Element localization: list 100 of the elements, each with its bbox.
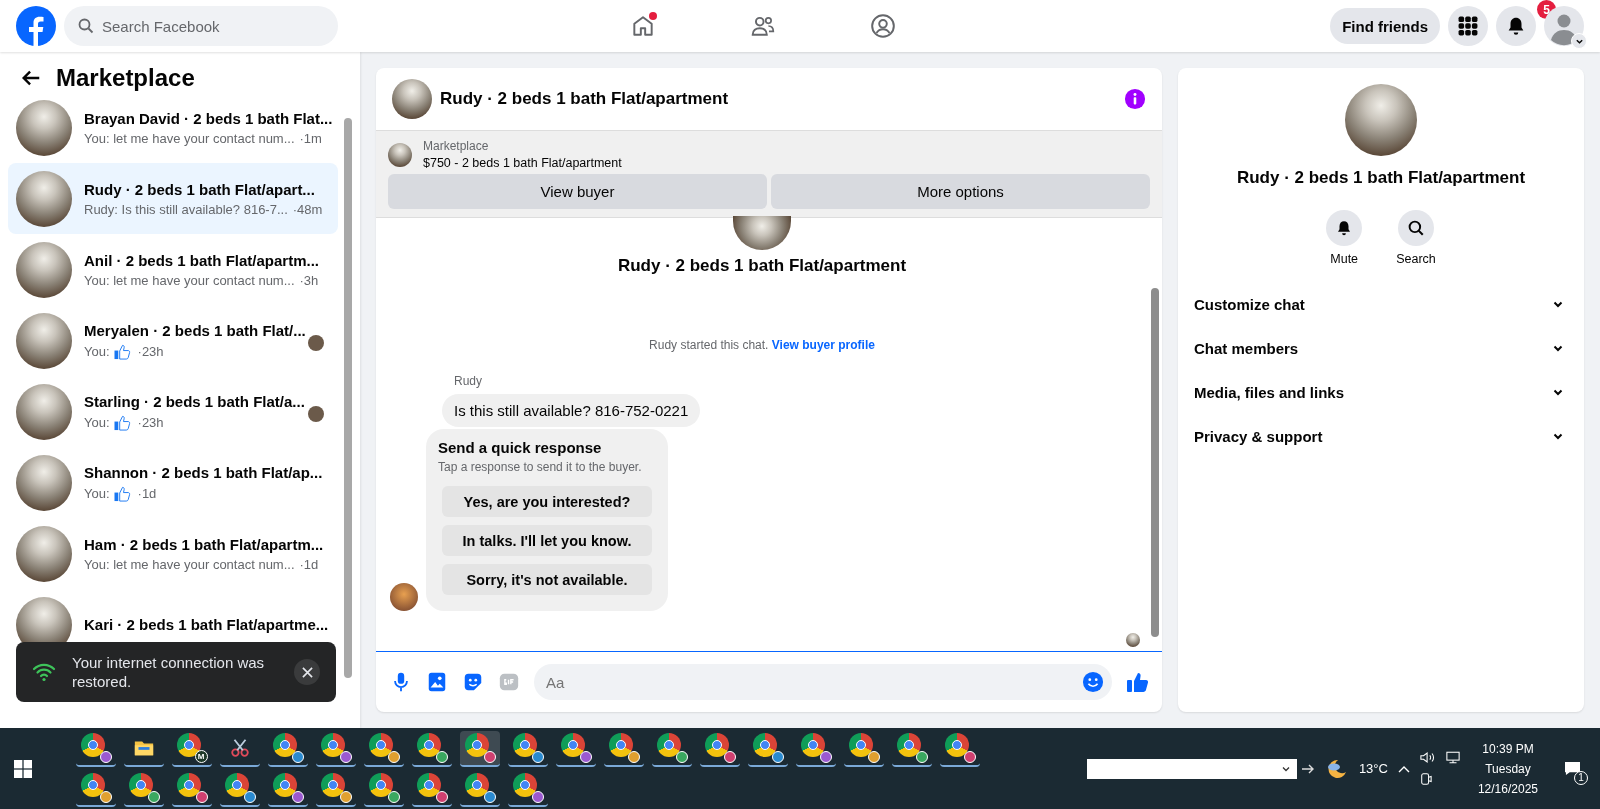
message-preview: You: let me have your contact num... xyxy=(84,130,295,146)
browser-icon xyxy=(128,772,160,803)
image-icon[interactable] xyxy=(426,671,448,693)
browser-icon xyxy=(704,732,736,763)
browser-icon xyxy=(80,772,112,803)
toast-message: Your internet connection was restored. xyxy=(72,653,266,691)
clock-date: 12/16/2025 xyxy=(1477,781,1538,796)
details-section-header[interactable]: Chat members xyxy=(1194,326,1568,370)
conversation-item[interactable]: Shannon · 2 beds 1 bath Flat/ap... You: ·1d xyxy=(8,447,338,518)
temperature: 13°C xyxy=(1358,761,1388,776)
message-preview: You: let me have your contact num... xyxy=(84,272,295,288)
browser-icon xyxy=(368,732,400,763)
message-bubble: Is this still available? 816-752-0221 xyxy=(442,394,701,427)
close-button[interactable] xyxy=(294,659,320,685)
thumbs-up-icon xyxy=(112,342,133,360)
message-preview: You: xyxy=(84,343,110,359)
conversation-title: Meryalen · 2 beds 1 bath Flat/... xyxy=(84,321,306,339)
action-label: Mute xyxy=(1330,252,1359,266)
wifi-icon xyxy=(32,662,56,682)
browser-icon xyxy=(368,772,400,803)
message-preview: You: xyxy=(84,414,110,430)
emoji-icon[interactable] xyxy=(1082,671,1104,693)
sticker-icon[interactable] xyxy=(462,671,484,693)
go-arrow-icon[interactable] xyxy=(1300,762,1315,775)
network-icon[interactable] xyxy=(1445,751,1460,764)
browser-icon xyxy=(656,732,688,763)
browser-icon xyxy=(272,772,304,803)
quick-response-button[interactable]: Yes, are you interested? xyxy=(442,486,652,517)
start-icon[interactable] xyxy=(14,759,32,778)
find-friends-button[interactable]: Find friends xyxy=(1330,8,1440,44)
details-title: Rudy · 2 beds 1 bath Flat/apartment xyxy=(1236,168,1526,188)
listing-action-button[interactable]: More options xyxy=(771,174,1150,209)
search-field[interactable]: Search Facebook xyxy=(64,6,338,46)
photo-placeholder xyxy=(388,142,412,167)
chat-intro-title: Rudy · 2 beds 1 bath Flat/apartment xyxy=(617,256,907,276)
message-time: ·23h xyxy=(137,414,164,430)
sidebar-title: Marketplace xyxy=(56,64,195,92)
browser-icon xyxy=(320,732,352,763)
browser-icon xyxy=(608,732,640,763)
thumbs-up-icon[interactable] xyxy=(1126,670,1150,694)
seen-avatar xyxy=(1126,633,1140,647)
message-time: ·1m xyxy=(299,130,322,146)
search-icon xyxy=(78,18,94,34)
quick-response-button[interactable]: In talks. I'll let you know. xyxy=(442,525,652,556)
browser-icon xyxy=(752,732,784,763)
photo-placeholder xyxy=(390,583,418,611)
message-preview: You: let me have your contact num... xyxy=(84,556,295,572)
browser-icon xyxy=(896,732,928,763)
camera-icon[interactable] xyxy=(1419,772,1432,786)
info-icon[interactable] xyxy=(1124,88,1146,110)
conversation-title: Anil · 2 beds 1 bath Flat/apartm... xyxy=(84,251,320,269)
photo-placeholder xyxy=(392,79,432,119)
notification-center-button[interactable]: 1 xyxy=(1556,752,1588,785)
chat-start-note: Rudy started this chat. View buyer profile xyxy=(649,338,875,352)
conversation-item[interactable]: Ham · 2 beds 1 bath Flat/apartm... You: let me have your contact num... ·1d xyxy=(8,518,338,589)
browser-icon xyxy=(320,772,352,803)
speaker-icon[interactable] xyxy=(1419,751,1436,764)
quick-response-button[interactable]: Sorry, it's not available. xyxy=(442,564,652,595)
taskbar-app[interactable]: M xyxy=(172,730,212,767)
conversation-item[interactable]: Brayan David · 2 beds 1 bath Flat... You: let me have your contact num... ·1m xyxy=(8,92,338,163)
clock-time: 10:39 PM xyxy=(1482,741,1534,756)
message-time: ·1d xyxy=(299,556,319,572)
message-input[interactable]: Aa xyxy=(534,664,1112,700)
conversation-item[interactable]: Meryalen · 2 beds 1 bath Flat/... You: ·23h xyxy=(8,305,338,376)
taskbar-app[interactable] xyxy=(460,730,500,767)
thumbs-up-icon xyxy=(112,413,133,431)
details-section-header[interactable]: Customize chat xyxy=(1194,282,1568,326)
menu-button[interactable] xyxy=(1448,6,1488,46)
scrollbar[interactable] xyxy=(344,118,352,678)
browser-icon xyxy=(272,732,304,763)
message-time: ·3h xyxy=(299,272,319,288)
listing-action-button[interactable]: View buyer xyxy=(388,174,767,209)
listing-title: $750 - 2 beds 1 bath Flat/apartment xyxy=(423,156,622,170)
conversation-title: Starling · 2 beds 1 bath Flat/a... xyxy=(84,392,305,410)
caret-icon[interactable] xyxy=(1397,764,1410,773)
browser-icon xyxy=(464,772,496,803)
scrollbar[interactable] xyxy=(1148,218,1162,651)
conversation-item[interactable]: Rudy · 2 beds 1 bath Flat/apart... Rudy: Is this still available? 816-7... ·48m xyxy=(8,163,338,234)
notifications-button[interactable] xyxy=(1496,6,1536,46)
conversation-title: Brayan David · 2 beds 1 bath Flat... xyxy=(84,109,330,127)
conversation-item[interactable]: Starling · 2 beds 1 bath Flat/a... You: ·23h xyxy=(8,376,338,447)
person-icon xyxy=(1544,6,1584,46)
thumbs-up-icon xyxy=(112,484,133,502)
search-button[interactable] xyxy=(1398,210,1434,246)
details-section-header[interactable]: Privacy & support xyxy=(1194,414,1568,458)
address-field[interactable] xyxy=(1086,758,1297,779)
action-label: Search xyxy=(1396,252,1436,266)
account-button[interactable] xyxy=(1544,6,1584,46)
listing-label: Marketplace xyxy=(423,139,490,153)
mute-button[interactable] xyxy=(1326,210,1363,246)
browser-icon xyxy=(176,772,208,803)
logo-icon[interactable] xyxy=(16,6,56,46)
details-section-header[interactable]: Media, files and links xyxy=(1194,370,1568,414)
browser-icon xyxy=(800,732,832,763)
conversation-title: Rudy · 2 beds 1 bath Flat/apart... xyxy=(84,180,316,198)
message-time: ·23h xyxy=(137,343,164,359)
conversation-item[interactable]: Anil · 2 beds 1 bath Flat/apartm... You: let me have your contact num... ·3h xyxy=(8,234,338,305)
browser-icon xyxy=(512,732,544,763)
notification-dot xyxy=(649,12,658,20)
view-buyer-profile-link[interactable]: View buyer profile xyxy=(771,338,875,352)
